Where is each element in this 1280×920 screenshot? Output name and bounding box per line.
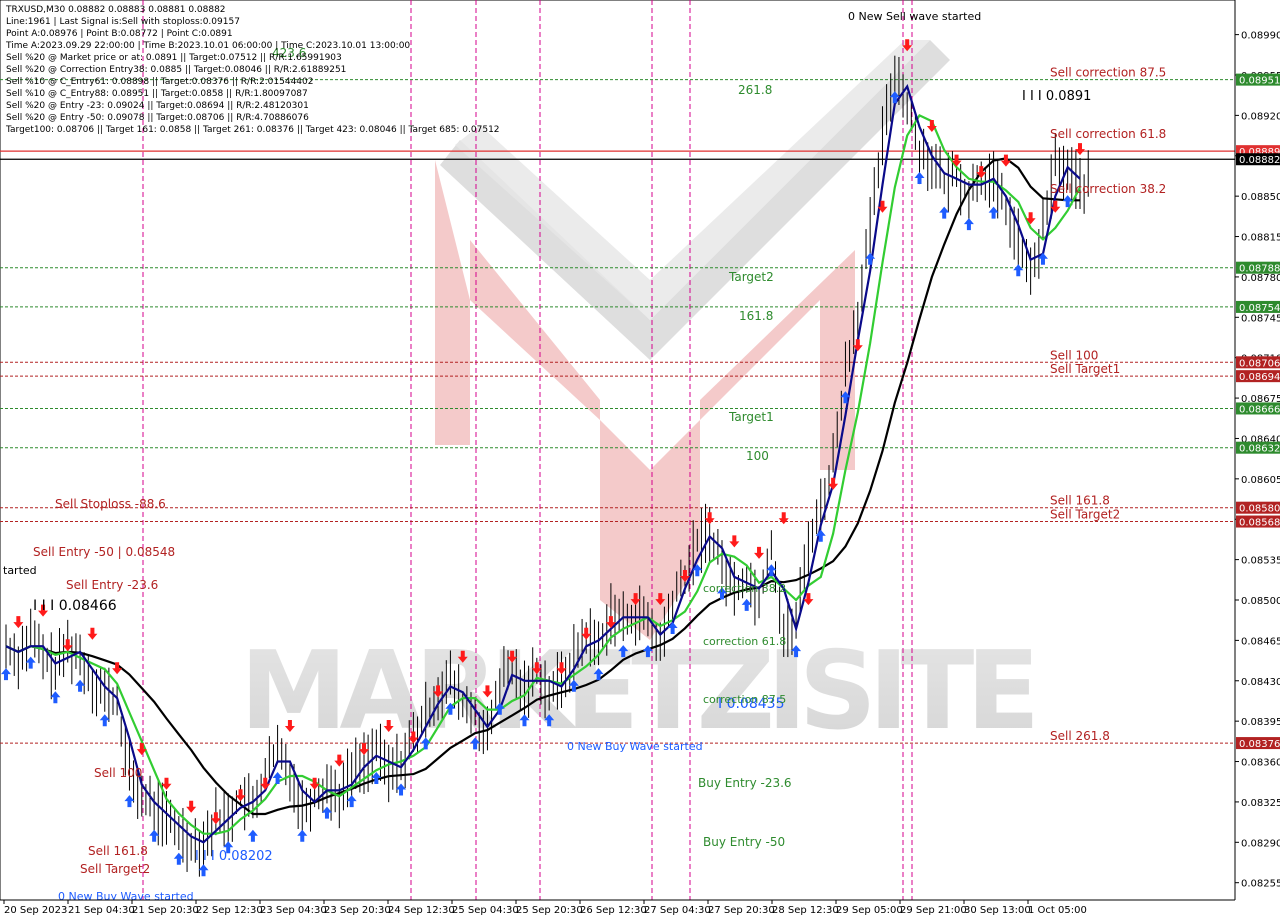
level-label: Sell correction 87.5 bbox=[1050, 66, 1166, 80]
price-tag-label: 0.08568 bbox=[1239, 518, 1280, 529]
info-line: Target100: 0.08706 || Target 161: 0.0858… bbox=[6, 125, 500, 135]
price-tag-label: 0.08666 bbox=[1239, 404, 1280, 415]
info-line: Line:1961 | Last Signal is:Sell with sto… bbox=[6, 17, 240, 27]
time-tick-label: 29 Sep 05:00 bbox=[836, 905, 903, 916]
level-label: Sell Target2 bbox=[1050, 508, 1120, 522]
chart-annotation: Target2 bbox=[728, 270, 774, 284]
chart-annotation: I I I 0.08466 bbox=[33, 598, 117, 614]
price-tag-label: 0.08951 bbox=[1239, 76, 1280, 87]
chart-annotation: correction 38.2 bbox=[703, 582, 786, 595]
chart-annotation: Sell 161.8 bbox=[88, 844, 148, 858]
chart-annotation: I I I 0.08202 bbox=[195, 849, 273, 864]
info-line: Sell %10 @ C_Entry61: 0.08898 || Target:… bbox=[6, 77, 314, 87]
chart-annotation: tarted bbox=[3, 564, 37, 577]
time-tick-label: 23 Sep 04:30 bbox=[260, 905, 327, 916]
info-line: Sell %10 @ C_Entry88: 0.08951 || Target:… bbox=[6, 89, 308, 99]
chart-annotation: Sell Target2 bbox=[80, 862, 150, 876]
time-tick-label: 25 Sep 20:30 bbox=[516, 905, 583, 916]
time-tick-label: 24 Sep 12:30 bbox=[388, 905, 455, 916]
info-panel: TRXUSD,M30 0.08882 0.08883 0.08881 0.088… bbox=[6, 4, 500, 136]
chart-annotation: Sell Entry -50 | 0.08548 bbox=[33, 545, 175, 559]
price-tick-label: 0.08395 bbox=[1241, 717, 1280, 728]
watermark-text: MARKETZISITE bbox=[240, 629, 1040, 754]
chart-annotation: I I I 0.0891 bbox=[1022, 89, 1091, 104]
chart-annotation: 0 New Sell wave started bbox=[848, 10, 981, 23]
price-tick-label: 0.08605 bbox=[1241, 475, 1280, 486]
price-tick-label: 0.08430 bbox=[1241, 677, 1280, 688]
time-axis: 20 Sep 2023 21 Sep 04:3021 Sep 20:3022 Se… bbox=[0, 899, 1280, 920]
level-label: Sell Target1 bbox=[1050, 362, 1120, 376]
time-tick-label: 28 Sep 12:30 bbox=[772, 905, 839, 916]
chart-annotation: 261.8 bbox=[738, 83, 772, 97]
price-tag-label: 0.08376 bbox=[1239, 739, 1280, 750]
chart-annotation: correction 61.8 bbox=[703, 635, 786, 648]
chart-annotation: Sell Entry -23.6 bbox=[66, 578, 158, 592]
time-tick-label: 23 Sep 20:30 bbox=[324, 905, 391, 916]
price-chart[interactable]: MARKETZISITE 0 New Sell wave started I I … bbox=[0, 0, 1280, 920]
time-tick-label: 22 Sep 12:30 bbox=[196, 905, 263, 916]
price-axis: 0.089900.089550.089200.088850.088500.088… bbox=[1234, 0, 1280, 900]
price-tag-label: 0.08706 bbox=[1239, 358, 1280, 369]
price-tag-label: 0.08882 bbox=[1239, 155, 1280, 166]
time-tick-label: 27 Sep 04:30 bbox=[644, 905, 711, 916]
time-tick-label: 26 Sep 12:30 bbox=[580, 905, 647, 916]
price-tick-label: 0.08290 bbox=[1241, 838, 1280, 849]
time-tick-label: 20 Sep 2023 bbox=[4, 905, 67, 916]
price-tick-label: 0.08920 bbox=[1241, 111, 1280, 122]
chart-annotation: Buy Entry -23.6 bbox=[698, 776, 792, 790]
price-tag-label: 0.08788 bbox=[1239, 264, 1280, 275]
time-tick-label: 1 Oct 05:00 bbox=[1028, 905, 1087, 916]
level-label: Sell 100 bbox=[1050, 348, 1098, 362]
price-tick-label: 0.08990 bbox=[1241, 31, 1280, 42]
price-tag-label: 0.08632 bbox=[1239, 444, 1280, 455]
price-tag-label: 0.08694 bbox=[1239, 372, 1280, 383]
price-tag-label: 0.08580 bbox=[1239, 504, 1280, 515]
time-tick-label: 27 Sep 20:30 bbox=[708, 905, 775, 916]
chart-annotation: 0 New Buy Wave started bbox=[567, 740, 703, 753]
price-tick-label: 0.08500 bbox=[1241, 596, 1280, 607]
info-line: Sell %20 @ Entry -50: 0.09078 || Target:… bbox=[6, 113, 309, 123]
price-tick-label: 0.08745 bbox=[1241, 313, 1280, 324]
level-label: Sell 161.8 bbox=[1050, 494, 1110, 508]
info-line: Sell %20 @ Correction Entry38: 0.0885 ||… bbox=[6, 65, 347, 75]
info-line: Sell %20 @ Market price or at: 0.0891 ||… bbox=[6, 53, 342, 63]
chart-annotation: correction 87.5 bbox=[703, 693, 786, 706]
info-line: Sell %20 @ Entry -23: 0.09024 || Target:… bbox=[6, 101, 309, 111]
price-tick-label: 0.08535 bbox=[1241, 556, 1280, 567]
chart-annotation: Sell Stoploss -88.6 bbox=[55, 497, 166, 511]
symbol-line: TRXUSD,M30 0.08882 0.08883 0.08881 0.088… bbox=[6, 5, 226, 15]
chart-annotation: Buy Entry -50 bbox=[703, 835, 785, 849]
price-tick-label: 0.08360 bbox=[1241, 758, 1280, 769]
price-tag-label: 0.08754 bbox=[1239, 303, 1280, 314]
price-tick-label: 0.08325 bbox=[1241, 798, 1280, 809]
time-tick-label: 21 Sep 20:30 bbox=[132, 905, 199, 916]
chart-annotation: Target1 bbox=[728, 410, 774, 424]
chart-annotation: 100 bbox=[746, 449, 769, 463]
level-label: Sell correction 61.8 bbox=[1050, 127, 1166, 141]
chart-annotation: 161.8 bbox=[739, 309, 773, 323]
chart-annotation: Sell 100 bbox=[94, 766, 142, 780]
time-tick-label: 21 Sep 04:30 bbox=[68, 905, 135, 916]
price-tick-label: 0.08850 bbox=[1241, 192, 1280, 203]
level-label: Sell 261.8 bbox=[1050, 729, 1110, 743]
price-tick-label: 0.08815 bbox=[1241, 233, 1280, 244]
time-tick-label: 30 Sep 13:00 bbox=[964, 905, 1031, 916]
time-tick-label: 25 Sep 04:30 bbox=[452, 905, 519, 916]
info-line: Point A:0.08976 | Point B:0.08772 | Poin… bbox=[6, 29, 233, 39]
level-label: Sell correction 38.2 bbox=[1050, 182, 1166, 196]
price-tick-label: 0.08465 bbox=[1241, 636, 1280, 647]
price-tick-label: 0.08255 bbox=[1241, 879, 1280, 890]
info-line: Time A:2023.09.29 22:00:00 | Time B:2023… bbox=[6, 41, 411, 51]
time-tick-label: 29 Sep 21:00 bbox=[900, 905, 967, 916]
